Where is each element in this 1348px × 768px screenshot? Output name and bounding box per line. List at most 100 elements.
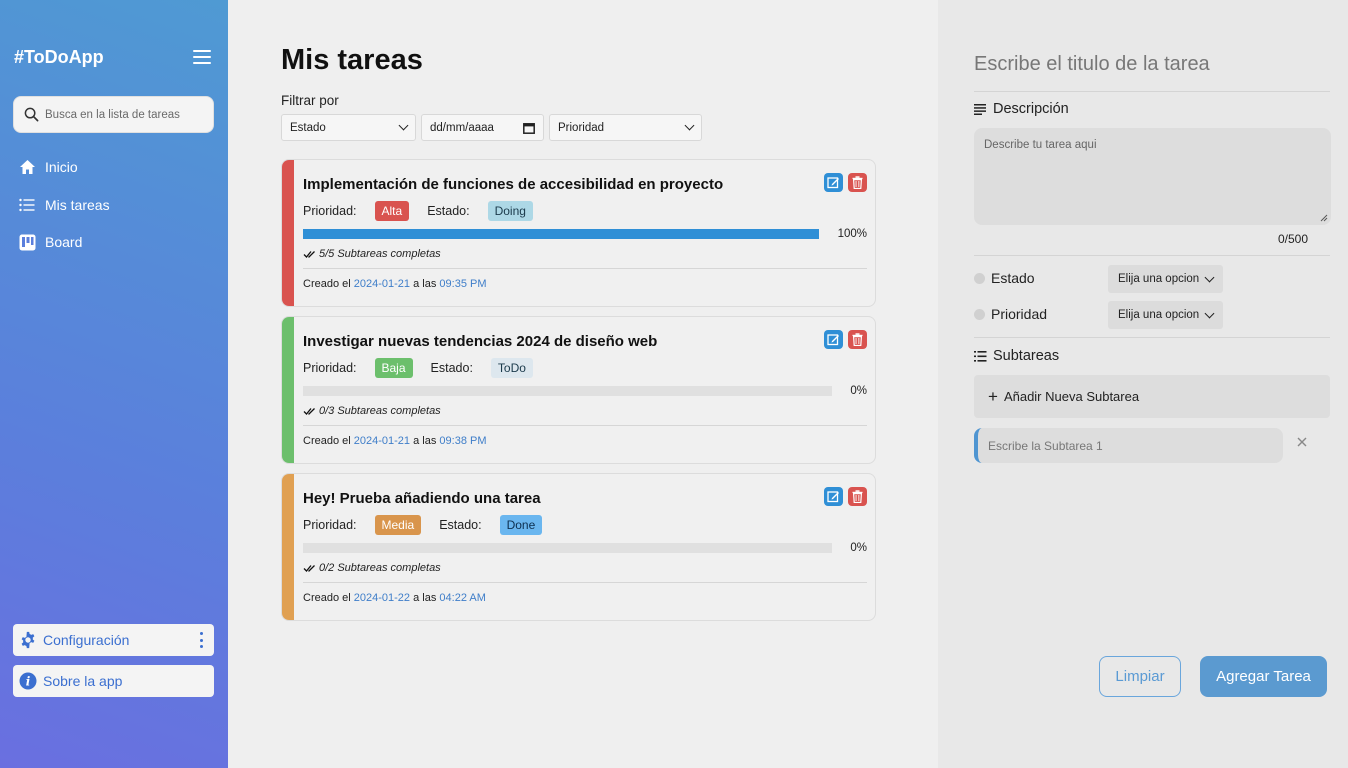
list-icon <box>18 196 36 214</box>
status-label: Estado: <box>439 518 481 532</box>
search-box[interactable] <box>13 96 214 133</box>
subtasks-text: 0/3 Subtareas completas <box>319 405 441 417</box>
prioridad-label: Prioridad <box>991 306 1047 322</box>
edit-icon[interactable] <box>824 173 843 192</box>
priority-label: Prioridad: <box>303 518 357 532</box>
search-input[interactable] <box>45 109 205 121</box>
prioridad-select[interactable]: Elija una opcion <box>1108 301 1223 329</box>
created-date: 2024-01-22 <box>354 592 410 604</box>
task-actions <box>824 173 867 192</box>
created-info: Creado el 2024-01-21 a las 09:35 PM <box>303 278 487 290</box>
priority-stripe <box>282 474 294 620</box>
close-icon[interactable] <box>1295 435 1309 449</box>
estado-label: Estado <box>991 270 1035 286</box>
created-info: Creado el 2024-01-21 a las 09:38 PM <box>303 435 487 447</box>
svg-text:i: i <box>26 675 31 689</box>
created-mid: a las <box>413 278 436 290</box>
info-icon: i <box>19 672 37 690</box>
sidebar-item-label: Inicio <box>45 159 78 175</box>
divider <box>974 91 1330 92</box>
resize-handle-icon[interactable] <box>1320 214 1328 222</box>
description-placeholder: Describe tu tarea aqui <box>984 139 1097 151</box>
task-title-input[interactable]: Escribe el titulo de la tarea <box>974 53 1210 76</box>
prioridad-row: Prioridad <box>974 306 1047 322</box>
edit-icon[interactable] <box>824 330 843 349</box>
status-badge: Done <box>500 515 543 535</box>
chevron-down-icon <box>685 121 695 131</box>
chevron-down-icon <box>1205 308 1215 318</box>
priority-badge: Media <box>375 515 422 535</box>
created-info: Creado el 2024-01-22 a las 04:22 AM <box>303 592 486 604</box>
progress-bar <box>303 386 832 396</box>
char-counter: 0/500 <box>1278 232 1308 246</box>
search-icon <box>24 107 39 122</box>
clear-button[interactable]: Limpiar <box>1099 656 1181 697</box>
calendar-icon[interactable] <box>523 122 535 134</box>
progress-bar <box>303 543 832 553</box>
created-mid: a las <box>413 435 436 447</box>
add-subtask-button[interactable]: + Añadir Nueva Subtarea <box>974 375 1330 418</box>
add-task-button[interactable]: Agregar Tarea <box>1200 656 1327 697</box>
trash-icon[interactable] <box>848 173 867 192</box>
divider <box>303 582 867 583</box>
sidebar-item-inicio[interactable]: Inicio <box>18 156 110 178</box>
divider <box>303 268 867 269</box>
page-title: Mis tareas <box>281 44 423 77</box>
sidebar-item-board[interactable]: Board <box>18 231 110 253</box>
created-time: 04:22 AM <box>439 592 485 604</box>
task-meta: Prioridad: Alta Estado: Doing <box>303 201 551 221</box>
subtasks-summary: 0/2 Subtareas completas <box>303 562 441 574</box>
created-prefix: Creado el <box>303 278 351 290</box>
filters-row: Estado dd/mm/aaaa Prioridad <box>281 114 702 141</box>
trash-icon[interactable] <box>848 330 867 349</box>
subtasks-text: 5/5 Subtareas completas <box>319 248 441 260</box>
task-card[interactable]: Investigar nuevas tendencias 2024 de dis… <box>281 316 876 464</box>
date-filter-value: dd/mm/aaaa <box>430 122 494 134</box>
subtasks-summary: 5/5 Subtareas completas <box>303 248 441 260</box>
sidebar-item-mis-tareas[interactable]: Mis tareas <box>18 194 110 216</box>
hamburger-menu-icon[interactable] <box>193 50 211 66</box>
date-filter-input[interactable]: dd/mm/aaaa <box>421 114 544 141</box>
divider <box>303 425 867 426</box>
subtask-placeholder: Escribe la Subtarea 1 <box>988 439 1103 453</box>
task-meta: Prioridad: Media Estado: Done <box>303 515 560 535</box>
priority-label: Prioridad: <box>303 204 357 218</box>
task-card[interactable]: Implementación de funciones de accesibil… <box>281 159 876 307</box>
estado-select-value: Elija una opcion <box>1118 273 1199 285</box>
status-dot-icon <box>974 273 985 284</box>
status-label: Estado: <box>427 204 469 218</box>
add-subtask-label: Añadir Nueva Subtarea <box>1004 389 1139 404</box>
subtask-input[interactable]: Escribe la Subtarea 1 <box>974 428 1283 463</box>
description-textarea[interactable]: Describe tu tarea aqui <box>974 128 1331 225</box>
estado-row: Estado <box>974 270 1035 286</box>
priority-label: Prioridad: <box>303 361 357 375</box>
estado-filter-select[interactable]: Estado <box>281 114 416 141</box>
status-badge: Doing <box>488 201 533 221</box>
config-button[interactable]: Configuración <box>13 624 214 656</box>
progress-percent: 100% <box>838 228 867 240</box>
created-time: 09:35 PM <box>439 278 486 290</box>
progress-fill <box>303 229 819 239</box>
priority-stripe <box>282 160 294 306</box>
description-heading: Descripción <box>974 101 1069 117</box>
config-label: Configuración <box>43 632 129 648</box>
created-mid: a las <box>413 592 436 604</box>
double-check-icon <box>303 564 316 573</box>
subtasks-heading: Subtareas <box>974 348 1059 364</box>
created-time: 09:38 PM <box>439 435 486 447</box>
task-title: Investigar nuevas tendencias 2024 de dis… <box>303 333 657 350</box>
created-prefix: Creado el <box>303 592 351 604</box>
more-options-icon[interactable] <box>200 632 204 648</box>
priority-badge: Baja <box>375 358 413 378</box>
edit-icon[interactable] <box>824 487 843 506</box>
about-button[interactable]: i Sobre la app <box>13 665 214 697</box>
trash-icon[interactable] <box>848 487 867 506</box>
task-card[interactable]: Hey! Prueba añadiendo una tarea Priorida… <box>281 473 876 621</box>
created-date: 2024-01-21 <box>354 435 410 447</box>
estado-select[interactable]: Elija una opcion <box>1108 265 1223 293</box>
sidebar-item-label: Mis tareas <box>45 197 110 213</box>
status-label: Estado: <box>431 361 473 375</box>
subtasks-text: 0/2 Subtareas completas <box>319 562 441 574</box>
double-check-icon <box>303 250 316 259</box>
prioridad-filter-select[interactable]: Prioridad <box>549 114 702 141</box>
